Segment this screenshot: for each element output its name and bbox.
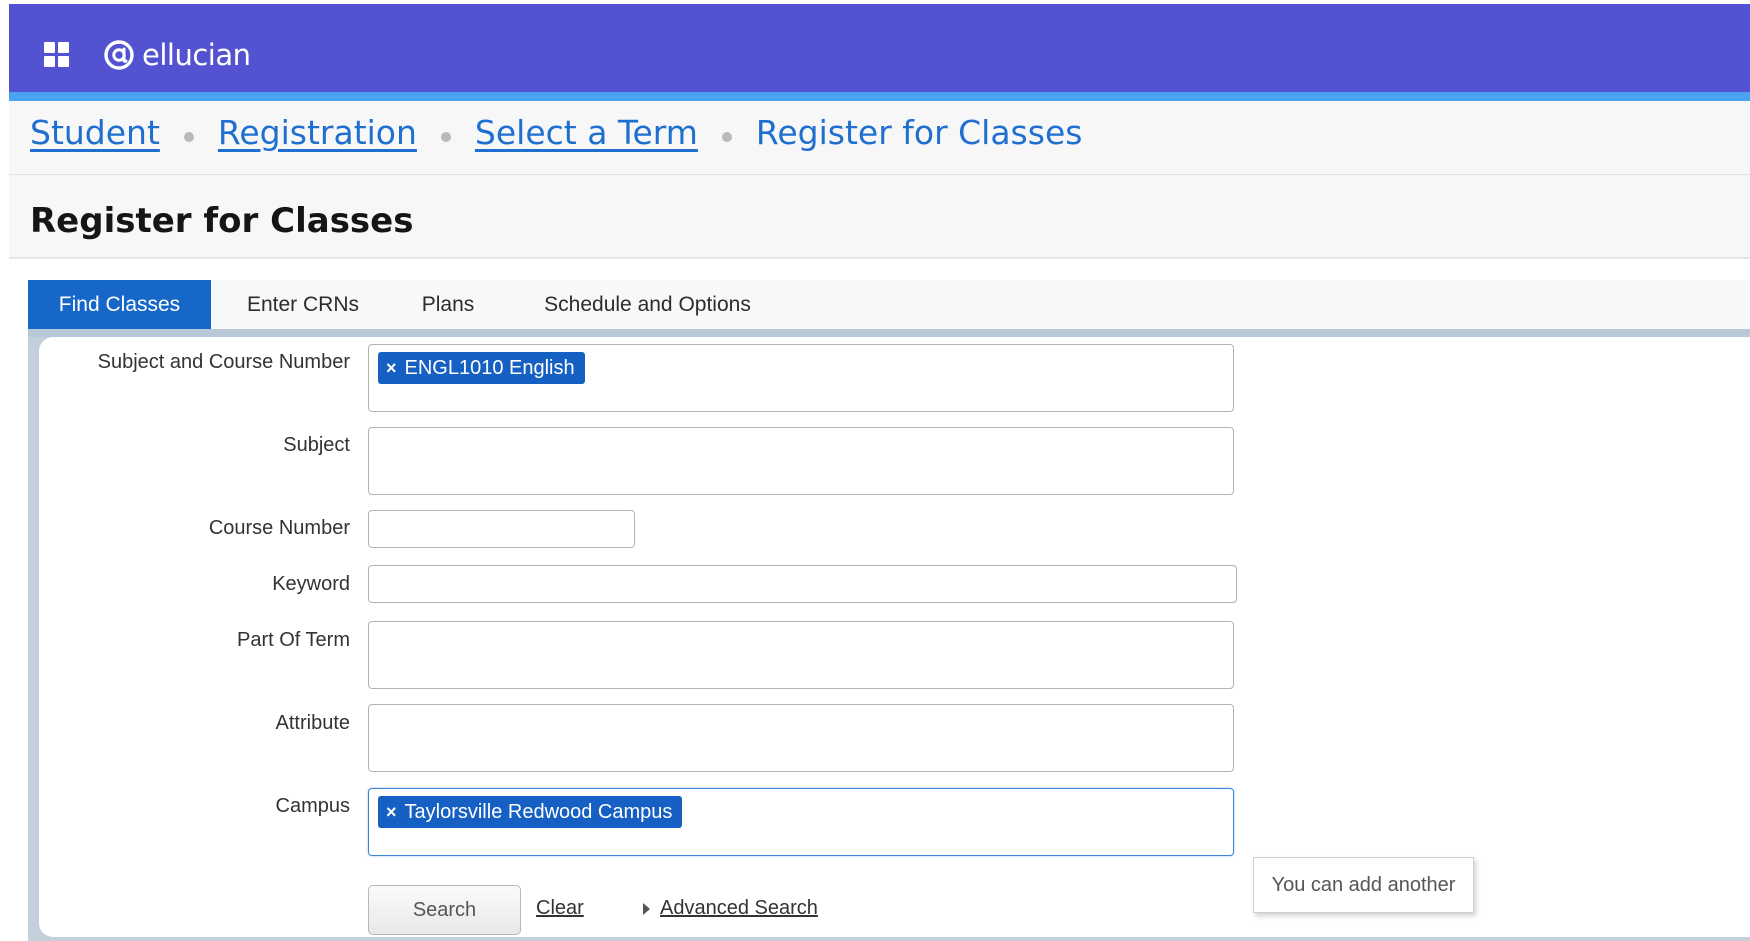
close-icon[interactable]: ×: [386, 358, 397, 379]
breadcrumb-separator: [721, 131, 732, 142]
part-of-term-input[interactable]: [368, 621, 1234, 689]
breadcrumb-select-term-link[interactable]: Select a Term: [475, 113, 698, 152]
top-navigation-bar: [9, 4, 1750, 92]
tag-label: Taylorsville Redwood Campus: [404, 800, 673, 823]
tab-find-classes[interactable]: Find Classes: [28, 280, 211, 329]
header-accent-stripe: [9, 92, 1750, 101]
tab-enter-crns[interactable]: Enter CRNs: [233, 280, 373, 329]
search-button[interactable]: Search: [368, 885, 521, 935]
tag-label: ENGL1010 English: [404, 356, 575, 379]
course-number-input[interactable]: [368, 510, 635, 548]
advanced-search-link[interactable]: Advanced Search: [660, 897, 818, 920]
page-title-bar: Register for Classes: [9, 175, 1750, 259]
breadcrumb: Student Registration Select a Term Regis…: [30, 113, 1082, 152]
breadcrumb-bar: Student Registration Select a Term Regis…: [9, 101, 1750, 175]
logo-text: ellucian: [142, 38, 251, 72]
attribute-label: Attribute: [275, 712, 350, 734]
breadcrumb-current: Register for Classes: [755, 113, 1083, 152]
breadcrumb-separator: [440, 131, 451, 142]
tab-bar: Find Classes Enter CRNs Plans Schedule a…: [28, 280, 1750, 329]
keyword-label: Keyword: [272, 573, 350, 595]
subject-label: Subject: [283, 434, 350, 456]
tab-schedule-and-options[interactable]: Schedule and Options: [525, 280, 770, 329]
subject-course-label: Subject and Course Number: [97, 351, 350, 373]
part-of-term-label: Part Of Term: [237, 629, 350, 651]
hint-tooltip: You can add another: [1253, 857, 1474, 913]
ellucian-logo-icon: [104, 40, 134, 70]
apps-grid-cell: [44, 42, 55, 53]
breadcrumb-registration-link[interactable]: Registration: [218, 113, 417, 152]
ellucian-logo[interactable]: ellucian: [103, 35, 251, 75]
keyword-input[interactable]: [368, 565, 1237, 603]
caret-right-icon[interactable]: [643, 903, 650, 915]
page-title: Register for Classes: [30, 201, 414, 241]
tab-underline: [28, 329, 1750, 337]
close-icon[interactable]: ×: [386, 802, 397, 823]
selected-tag: × Taylorsville Redwood Campus: [378, 796, 683, 828]
apps-grid-cell: [58, 42, 69, 53]
campus-input[interactable]: × Taylorsville Redwood Campus: [368, 788, 1234, 856]
subject-input[interactable]: [368, 427, 1234, 495]
apps-grid-cell: [44, 56, 55, 67]
breadcrumb-separator: [183, 131, 194, 142]
clear-link[interactable]: Clear: [536, 897, 584, 920]
course-number-label: Course Number: [208, 517, 350, 539]
campus-label: Campus: [275, 795, 350, 817]
tab-plans[interactable]: Plans: [398, 280, 498, 329]
apps-grid-icon[interactable]: [44, 42, 70, 68]
attribute-input[interactable]: [368, 704, 1234, 772]
apps-grid-cell: [58, 56, 69, 67]
selected-tag: × ENGL1010 English: [378, 352, 585, 384]
breadcrumb-student-link[interactable]: Student: [30, 113, 160, 152]
subject-course-input[interactable]: × ENGL1010 English: [368, 344, 1234, 412]
